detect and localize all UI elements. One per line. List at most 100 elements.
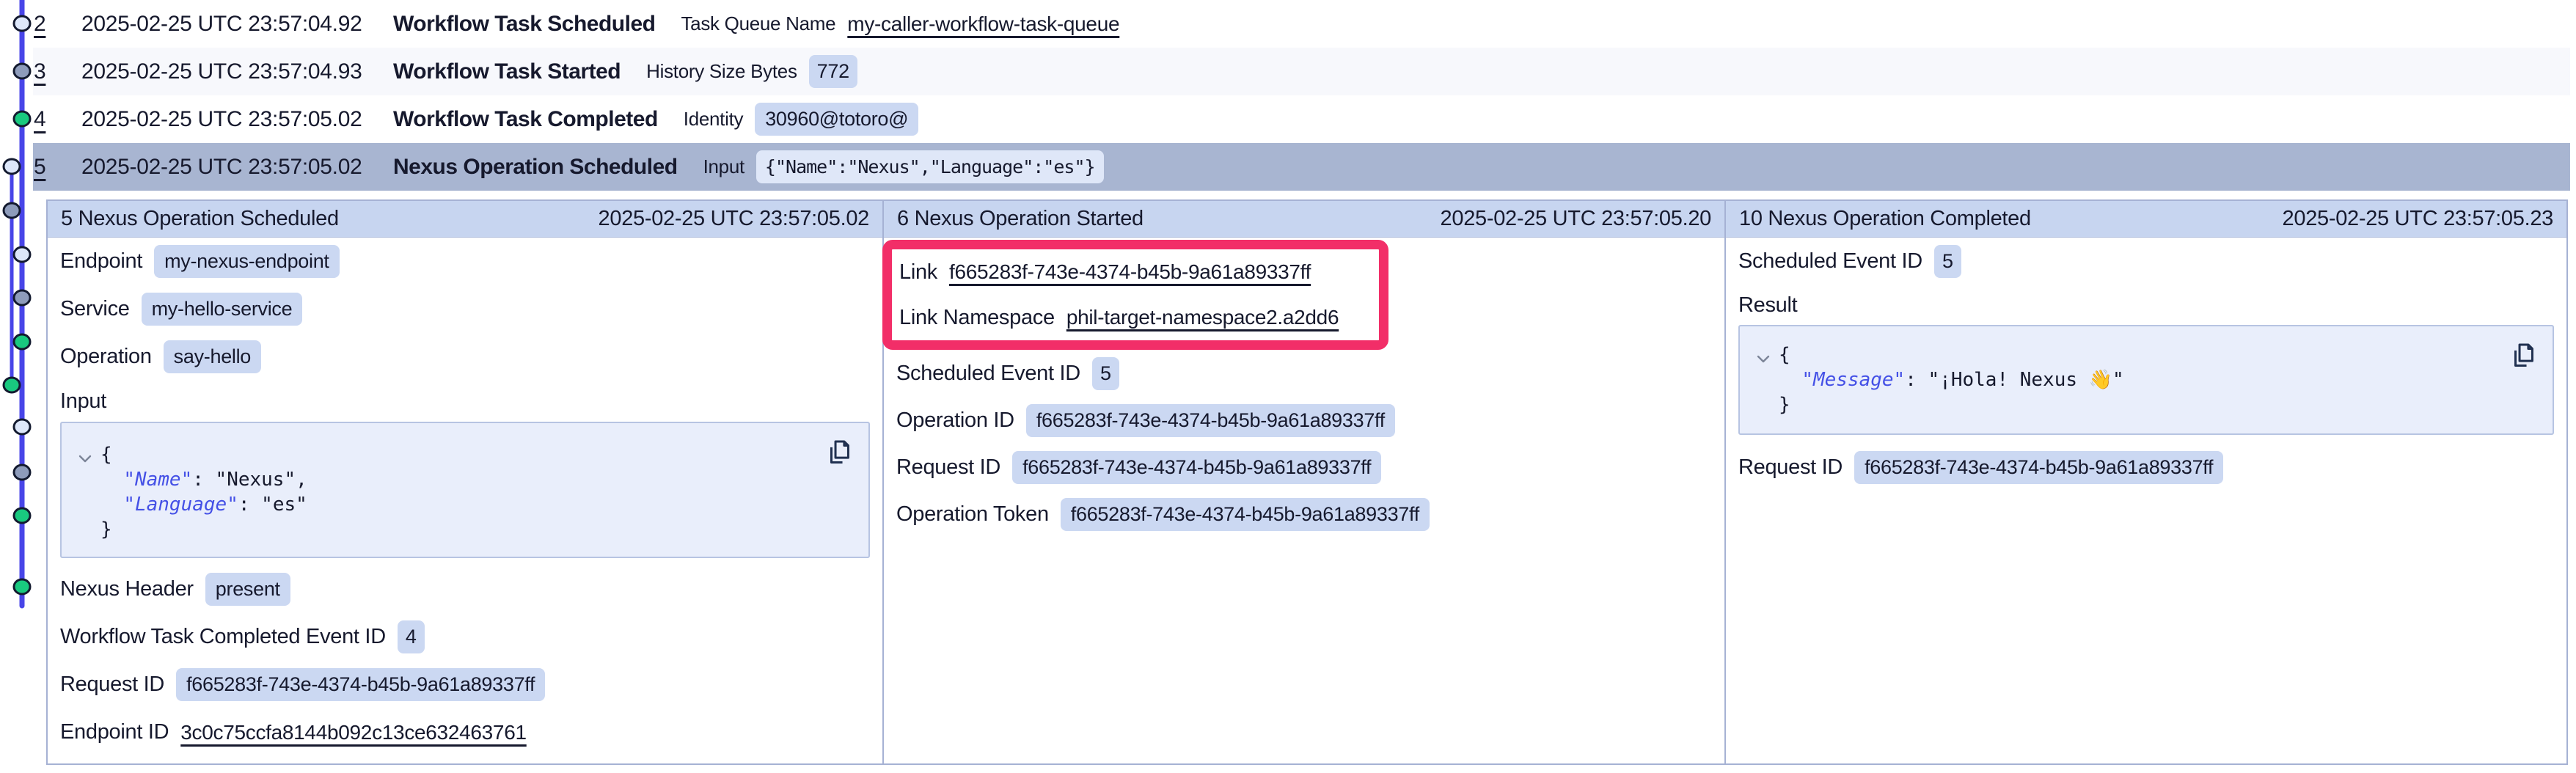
event-row-5-selected[interactable]: 5 2025-02-25 UTC 23:57:05.02 Nexus Opera…: [0, 143, 2576, 191]
timeline-marker: [14, 579, 30, 594]
event-row-2[interactable]: 2 2025-02-25 UTC 23:57:04.92 Workflow Ta…: [0, 0, 2576, 48]
panel-nexus-operation-scheduled: 5 Nexus Operation Scheduled 2025-02-25 U…: [46, 199, 884, 765]
request-id-badge: f665283f-743e-4374-b45b-9a61a89337ff: [1854, 451, 2223, 484]
panel-title: 10 Nexus Operation Completed: [1739, 207, 2031, 231]
field-link-namespace: Link Namespace phil-target-namespace2.a2…: [899, 295, 1379, 340]
field-endpoint: Endpoint my-nexus-endpoint: [60, 238, 870, 285]
scheduled-event-id-badge: 5: [1934, 245, 1961, 278]
field-label: Nexus Header: [60, 577, 194, 601]
event-attr-label: History Size Bytes: [646, 60, 797, 83]
panel-header: 10 Nexus Operation Completed 2025-02-25 …: [1726, 201, 2566, 238]
copy-icon[interactable]: [2509, 341, 2536, 370]
field-label: Endpoint: [60, 249, 142, 274]
event-timeline: [0, 0, 44, 773]
result-json-viewer: { "Message": "¡Hola! Nexus 👋" }: [1738, 325, 2554, 435]
timeline-marker: [14, 290, 30, 305]
scheduled-event-id-badge: 5: [1092, 357, 1119, 390]
event-timestamp: 2025-02-25 UTC 23:57:05.02: [81, 107, 393, 132]
field-label: Operation ID: [896, 409, 1014, 433]
wtc-event-id-badge: 4: [398, 620, 425, 653]
service-badge: my-hello-service: [142, 293, 303, 326]
input-label: Input: [60, 381, 870, 422]
timeline-marker: [14, 334, 30, 349]
copy-icon[interactable]: [824, 438, 852, 467]
timeline-marker: [14, 508, 30, 523]
event-timestamp: 2025-02-25 UTC 23:57:04.92: [81, 12, 393, 37]
field-label: Operation Token: [896, 502, 1049, 527]
field-operation-id: Operation ID f665283f-743e-4374-b45b-9a6…: [896, 397, 1712, 444]
field-operation-token: Operation Token f665283f-743e-4374-b45b-…: [896, 491, 1712, 538]
event-timestamp: 2025-02-25 UTC 23:57:04.93: [81, 59, 393, 84]
panel-timestamp: 2025-02-25 UTC 23:57:05.20: [1441, 207, 1711, 231]
field-request-id: Request ID f665283f-743e-4374-b45b-9a61a…: [1738, 444, 2554, 491]
timeline-marker: [14, 247, 30, 262]
field-label: Link Namespace: [899, 306, 1055, 330]
event-rows: 2 2025-02-25 UTC 23:57:04.92 Workflow Ta…: [0, 0, 2576, 191]
timeline-marker-nexus-scheduled: [4, 159, 20, 174]
field-label: Endpoint ID: [60, 720, 169, 744]
history-size-badge: 772: [809, 55, 857, 88]
event-row-4[interactable]: 4 2025-02-25 UTC 23:57:05.02 Workflow Ta…: [0, 95, 2576, 143]
field-endpoint-id: Endpoint ID 3c0c75ccfa8144b092c13ce63246…: [60, 708, 870, 756]
request-id-badge: f665283f-743e-4374-b45b-9a61a89337ff: [1012, 451, 1381, 484]
chevron-down-icon[interactable]: [1754, 350, 1772, 367]
nexus-header-badge: present: [205, 573, 290, 606]
event-name: Nexus Operation Scheduled: [393, 155, 678, 180]
operation-id-badge: f665283f-743e-4374-b45b-9a61a89337ff: [1026, 404, 1395, 437]
field-label: Workflow Task Completed Event ID: [60, 625, 386, 649]
field-label: Link: [899, 260, 937, 285]
panel-timestamp: 2025-02-25 UTC 23:57:05.23: [2283, 207, 2553, 231]
temporal-event-history: 2 2025-02-25 UTC 23:57:04.92 Workflow Ta…: [0, 0, 2576, 773]
result-label: Result: [1738, 285, 2554, 325]
input-json-viewer: { "Name": "Nexus", "Language": "es" }: [60, 422, 870, 558]
event-attr-label: Task Queue Name: [681, 12, 835, 35]
field-wtc-event-id: Workflow Task Completed Event ID 4: [60, 613, 870, 661]
panel-header: 5 Nexus Operation Scheduled 2025-02-25 U…: [48, 201, 882, 238]
field-link: Link f665283f-743e-4374-b45b-9a61a89337f…: [899, 249, 1379, 295]
timeline-marker: [14, 420, 30, 434]
panel-title: 5 Nexus Operation Scheduled: [61, 207, 339, 231]
json-content: { "Name": "Nexus", "Language": "es" }: [100, 442, 868, 542]
field-label: Request ID: [60, 673, 164, 697]
event-name: Workflow Task Completed: [393, 107, 658, 132]
field-scheduled-event-id: Scheduled Event ID 5: [896, 350, 1712, 397]
field-label: Request ID: [1738, 455, 1843, 480]
field-label: Service: [60, 297, 130, 321]
field-label: Operation: [60, 345, 152, 369]
link-value-link[interactable]: f665283f-743e-4374-b45b-9a61a89337ff: [949, 260, 1311, 284]
event-attr-label: Input: [703, 155, 744, 178]
field-nexus-header: Nexus Header present: [60, 565, 870, 613]
request-id-badge: f665283f-743e-4374-b45b-9a61a89337ff: [176, 668, 545, 701]
link-highlight-annotation: Link f665283f-743e-4374-b45b-9a61a89337f…: [882, 240, 1388, 350]
field-label: Scheduled Event ID: [896, 362, 1080, 386]
field-request-id: Request ID f665283f-743e-4374-b45b-9a61a…: [896, 444, 1712, 491]
field-operation: Operation say-hello: [60, 333, 870, 381]
field-label: Scheduled Event ID: [1738, 249, 1922, 274]
panel-nexus-operation-started: 6 Nexus Operation Started 2025-02-25 UTC…: [882, 199, 1726, 765]
event-attr-label: Identity: [684, 108, 743, 131]
field-request-id: Request ID f665283f-743e-4374-b45b-9a61a…: [60, 661, 870, 708]
timeline-marker-started: [14, 64, 30, 78]
operation-token-badge: f665283f-743e-4374-b45b-9a61a89337ff: [1061, 498, 1430, 531]
json-content: { "Message": "¡Hola! Nexus 👋" }: [1779, 342, 2553, 417]
field-service: Service my-hello-service: [60, 285, 870, 333]
timeline-marker-nexus-started: [4, 203, 20, 218]
timeline-marker-nexus-completed: [4, 378, 20, 392]
timeline-marker: [14, 465, 30, 480]
event-name: Workflow Task Started: [393, 59, 621, 84]
identity-badge: 30960@totoro@: [755, 103, 918, 136]
event-name: Workflow Task Scheduled: [393, 12, 655, 37]
link-namespace-link[interactable]: phil-target-namespace2.a2dd6: [1066, 306, 1339, 329]
task-queue-link[interactable]: my-caller-workflow-task-queue: [847, 12, 1119, 36]
field-scheduled-event-id: Scheduled Event ID 5: [1738, 238, 2554, 285]
panel-nexus-operation-completed: 10 Nexus Operation Completed 2025-02-25 …: [1724, 199, 2568, 765]
event-timestamp: 2025-02-25 UTC 23:57:05.02: [81, 155, 393, 180]
field-label: Request ID: [896, 455, 1000, 480]
input-json-badge: {"Name":"Nexus","Language":"es"}: [756, 150, 1104, 183]
panel-header: 6 Nexus Operation Started 2025-02-25 UTC…: [884, 201, 1724, 238]
event-row-3[interactable]: 3 2025-02-25 UTC 23:57:04.93 Workflow Ta…: [0, 48, 2576, 95]
panel-title: 6 Nexus Operation Started: [897, 207, 1144, 231]
endpoint-id-link[interactable]: 3c0c75ccfa8144b092c13ce632463761: [180, 721, 527, 744]
chevron-down-icon[interactable]: [76, 450, 94, 467]
panel-timestamp: 2025-02-25 UTC 23:57:05.02: [599, 207, 869, 231]
